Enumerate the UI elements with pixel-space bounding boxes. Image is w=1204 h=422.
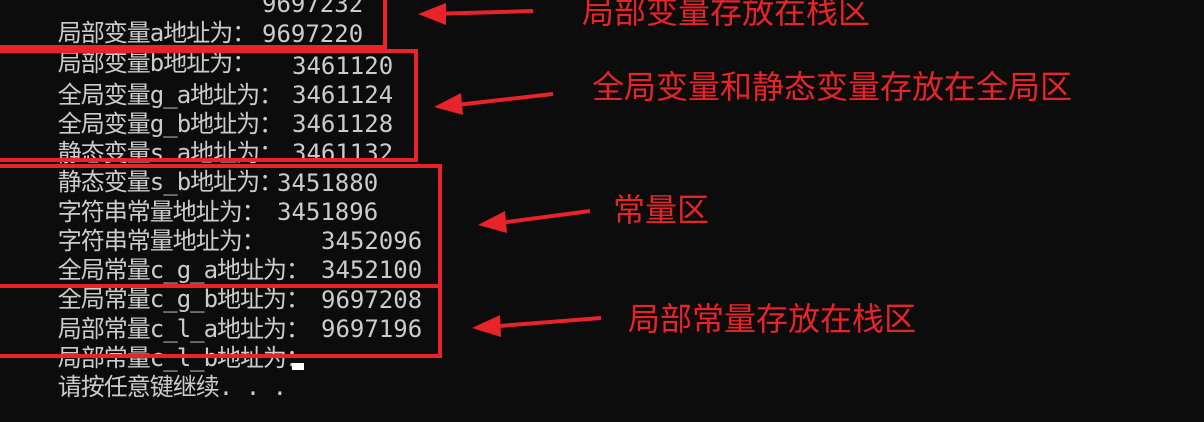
arrowhead-constants — [478, 211, 507, 233]
arrowhead-local-vars — [418, 3, 446, 25]
console-window: 局部变量a地址为： 9697232 局部变量b地址为： 9697220 全局变量… — [0, 0, 1204, 422]
arrow-constants — [491, 209, 591, 226]
annotation-constants: 常量区 — [613, 191, 710, 229]
arrow-global-static — [447, 92, 554, 108]
annotation-global-static: 全局变量和静态变量存放在全局区 — [592, 68, 1073, 106]
annotation-local-vars: 局部变量存放在栈区 — [582, 0, 871, 31]
annotation-local-consts: 局部常量存放在栈区 — [628, 300, 917, 338]
arrow-local-consts — [485, 316, 602, 329]
arrowhead-local-consts — [472, 315, 501, 337]
annotation-arrows — [418, 3, 602, 337]
arrowhead-global-static — [434, 93, 463, 115]
